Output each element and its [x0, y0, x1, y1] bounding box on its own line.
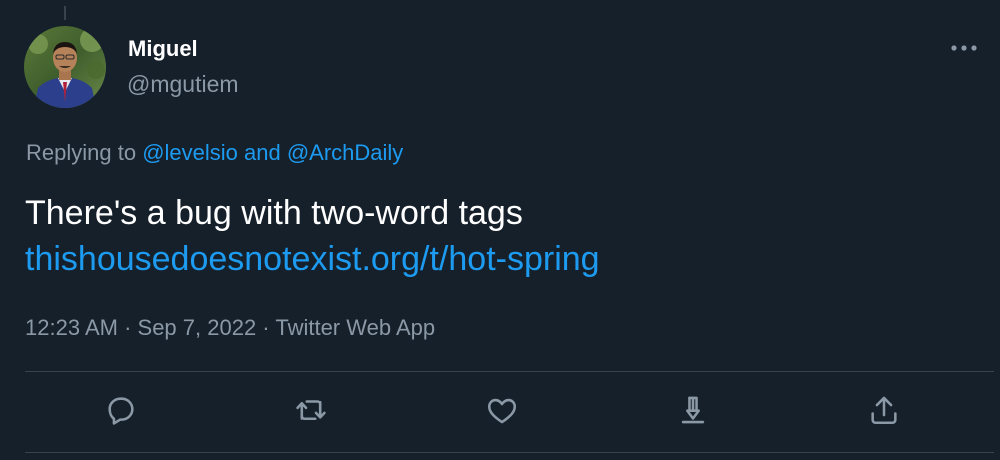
replying-to-label: Replying to [26, 140, 143, 165]
mention-link-archdaily[interactable]: @ArchDaily [287, 140, 403, 165]
like-icon [487, 398, 517, 424]
share-icon [871, 396, 897, 425]
thread-connector-line [64, 6, 66, 20]
tweet-metadata: 12:23 AM · Sep 7, 2022 · Twitter Web App [25, 313, 435, 343]
download-button[interactable] [673, 390, 713, 430]
share-button[interactable] [864, 390, 904, 430]
avatar[interactable] [24, 26, 106, 108]
mention-link-levelsio[interactable]: @levelsio [142, 140, 238, 165]
meta-separator: · [117, 315, 138, 340]
reply-button[interactable] [101, 390, 141, 430]
meta-separator: · [256, 315, 276, 340]
tweet-card: Miguel @mgutiem Replying to @levelsio an… [0, 0, 1000, 460]
author-name[interactable]: Miguel [128, 36, 198, 62]
more-options-icon [951, 45, 977, 51]
tweet-time[interactable]: 12:23 AM [25, 315, 118, 340]
like-button[interactable] [482, 390, 522, 430]
divider [25, 452, 994, 453]
tweet-date[interactable]: Sep 7, 2022 [138, 315, 257, 340]
tweet-body-text: There's a bug with two-word tags [25, 194, 523, 232]
author-handle[interactable]: @mgutiem [127, 70, 239, 98]
reply-icon [108, 397, 134, 425]
divider [25, 371, 994, 372]
more-options-button[interactable] [944, 34, 984, 62]
retweet-button[interactable] [291, 390, 331, 430]
download-icon [681, 396, 705, 424]
avatar-photo [24, 26, 106, 108]
tweet-source[interactable]: Twitter Web App [275, 315, 435, 340]
replying-conjunction: and [237, 140, 287, 165]
tweet-body-link[interactable]: thishousedoesnotexist.org/t/hot-spring [25, 237, 600, 282]
replying-to-line: Replying to @levelsio and @ArchDaily [26, 139, 403, 167]
retweet-icon [296, 400, 326, 421]
